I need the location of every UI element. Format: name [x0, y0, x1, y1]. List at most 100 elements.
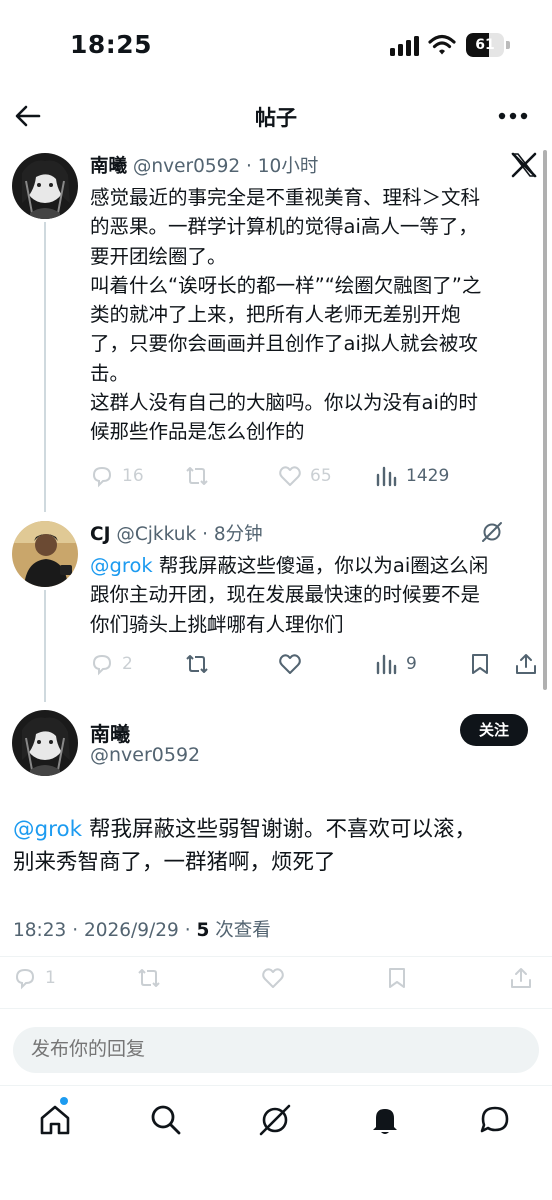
timestamp: 18:23 · 2026/9/29 ·	[13, 920, 197, 941]
nav-grok[interactable]	[258, 1103, 292, 1137]
post-text-line: 的恶果。一群学计算机的觉得ai高人一等了，	[90, 215, 478, 239]
reply-button[interactable]: 2	[90, 650, 133, 678]
like-icon	[279, 654, 301, 674]
status-time: 18:25	[70, 30, 153, 59]
post-text-line: 候那些作品是怎么创作的	[90, 420, 305, 444]
grok-icon[interactable]	[481, 521, 503, 543]
post-text-line: 感觉最近的事完全是不重视美育、理科＞文科	[90, 186, 481, 209]
search-icon	[151, 1105, 181, 1135]
share-button[interactable]	[514, 650, 538, 678]
reply-icon	[15, 968, 35, 990]
post-text-line: 你们骑头上挑衅哪有人理你们	[90, 612, 344, 636]
reply-count: 16	[122, 466, 144, 486]
post-text-line: @grok 帮我屏蔽这些弱智谢谢。不喜欢可以滚，	[13, 817, 476, 842]
bookmark-button[interactable]	[468, 650, 492, 678]
battery-indicator: 61	[466, 33, 510, 57]
post-text-line: 要开团绘圈了。	[90, 244, 227, 268]
repost-icon	[186, 655, 208, 673]
post-timestamp: 18:23 · 2026/9/29 · 5 次查看	[13, 916, 271, 942]
page-title: 帖子	[255, 106, 297, 130]
like-count: 65	[310, 466, 332, 486]
thread-line	[44, 590, 46, 702]
bookmark-icon	[472, 654, 488, 674]
views-count: 5	[196, 920, 210, 941]
repost-button[interactable]	[137, 964, 161, 992]
scrollbar[interactable]	[543, 150, 547, 690]
divider	[0, 1008, 552, 1009]
views-label: 次查看	[209, 920, 271, 941]
post-actions: 2 9	[90, 650, 540, 678]
post-header: 南曦 @nver0592 · 10小时	[90, 152, 318, 178]
x-logo-icon	[511, 152, 537, 178]
views-count: 1429	[406, 466, 450, 486]
battery-percent: 61	[475, 37, 495, 53]
grok-icon	[259, 1104, 291, 1136]
mention-link[interactable]: @grok	[13, 817, 82, 842]
author-name[interactable]: 南曦	[90, 156, 127, 177]
nav-notifications[interactable]	[368, 1103, 402, 1137]
repost-button[interactable]	[185, 462, 209, 490]
reply-input[interactable]	[13, 1027, 539, 1073]
nav-messages[interactable]	[478, 1103, 512, 1137]
author-name[interactable]: 南曦	[90, 718, 130, 747]
repost-icon	[186, 467, 208, 485]
bottom-nav	[0, 1085, 552, 1200]
top-header: 帖子	[0, 90, 552, 142]
wifi-icon	[428, 34, 456, 55]
divider	[0, 956, 552, 957]
thread-line	[44, 222, 46, 512]
more-dots-icon[interactable]	[498, 112, 528, 120]
like-icon	[279, 466, 301, 486]
views-icon	[376, 654, 397, 675]
reply-count: 1	[45, 968, 56, 988]
bookmark-icon	[389, 968, 405, 988]
reply-icon	[92, 466, 112, 488]
post-text-line: 跟你主动开团，现在发展最快速的时候要不是	[90, 583, 481, 607]
post-text-line: @grok 帮我屏蔽这些傻逼，你以为ai圈这么闲	[90, 554, 489, 577]
reply-count: 2	[122, 654, 133, 674]
post-text: 感觉最近的事完全是不重视美育、理科＞文科 的恶果。一群学计算机的觉得ai高人一等…	[90, 183, 530, 447]
follow-button[interactable]: 关注	[460, 714, 528, 746]
avatar[interactable]	[12, 710, 78, 776]
repost-icon	[138, 969, 160, 987]
post-text-line: 类的就冲了上来，把所有人老师无差别开炮	[90, 303, 461, 327]
author-handle[interactable]: @nver0592	[90, 744, 200, 766]
cellular-signal-icon	[390, 36, 419, 56]
post-text-line: 别来秀智商了，一群猪啊，烦死了	[13, 850, 336, 875]
like-button[interactable]	[278, 650, 302, 678]
main-post-actions: 1	[13, 964, 533, 992]
reply-icon	[92, 654, 112, 676]
like-button[interactable]: 65	[278, 462, 332, 490]
post-text-line: 这群人没有自己的大脑吗。你以为没有ai的时	[90, 391, 478, 415]
author-handle-time: @Cjkkuk · 8分钟	[116, 524, 263, 545]
like-button[interactable]	[261, 964, 285, 992]
author-handle-time: @nver0592 · 10小时	[132, 156, 319, 177]
like-icon	[262, 968, 284, 988]
share-button[interactable]	[509, 964, 533, 992]
share-icon	[511, 968, 531, 988]
share-icon	[516, 654, 536, 674]
post-text-line: 叫着什么“诶呀长的都一样”“绘圈欠融图了”之	[90, 273, 482, 297]
bell-icon	[373, 1109, 397, 1134]
post-text-line: 击。	[90, 361, 130, 385]
nav-search[interactable]	[149, 1103, 183, 1137]
main-post-text: @grok 帮我屏蔽这些弱智谢谢。不喜欢可以滚， 别来秀智商了，一群猪啊，烦死了	[13, 813, 539, 879]
notification-dot	[60, 1097, 68, 1105]
nav-home[interactable]	[38, 1103, 72, 1137]
bookmark-button[interactable]	[385, 964, 409, 992]
reply-button[interactable]: 16	[90, 462, 144, 490]
views-stat[interactable]: 9	[374, 650, 417, 678]
repost-button[interactable]	[185, 650, 209, 678]
views-icon	[376, 466, 397, 487]
mention-link[interactable]: @grok	[90, 554, 153, 577]
author-name[interactable]: CJ	[90, 524, 110, 545]
avatar[interactable]	[12, 521, 78, 587]
home-icon	[40, 1105, 70, 1135]
chat-bubble-icon	[480, 1106, 509, 1133]
views-stat[interactable]: 1429	[374, 462, 494, 490]
reply-button[interactable]: 1	[13, 964, 56, 992]
post-header: CJ @Cjkkuk · 8分钟	[90, 520, 263, 546]
post-text: @grok 帮我屏蔽这些傻逼，你以为ai圈这么闲 跟你主动开团，现在发展最快速的…	[90, 551, 530, 639]
views-count: 9	[406, 654, 417, 674]
avatar[interactable]	[12, 153, 78, 219]
